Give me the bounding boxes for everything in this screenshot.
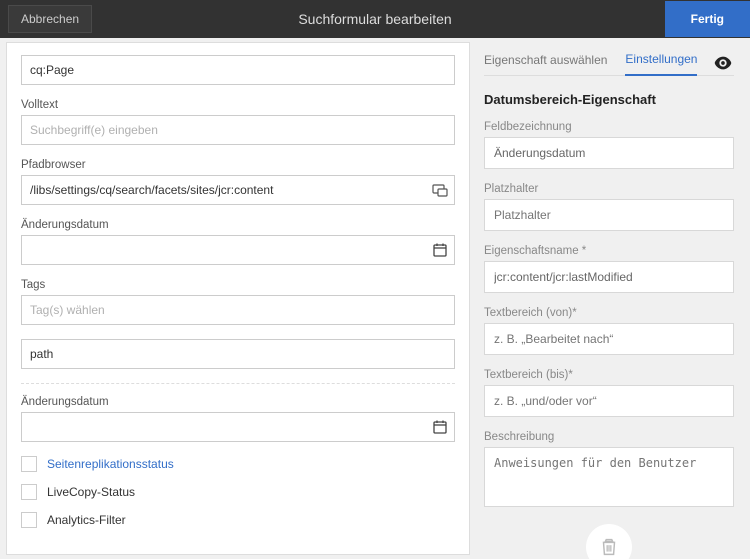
check-label: LiveCopy-Status [47,485,135,499]
field-cqpage [21,55,455,85]
tabs: Eigenschaft auswählen Einstellungen [484,52,734,76]
page-title: Suchformular bearbeiten [298,11,451,27]
checkbox-icon[interactable] [21,512,37,528]
pathbrowser-label: Pfadbrowser [21,159,455,171]
field-placeholder: Platzhalter [484,183,734,231]
check-replication[interactable]: Seitenreplikationsstatus [21,456,455,472]
field-rangefrom: Textbereich (von)* [484,307,734,355]
daterange1-input[interactable] [21,235,455,265]
section-title: Datumsbereich-Eigenschaft [484,92,734,107]
rangefrom-label: Textbereich (von)* [484,307,734,319]
propname-input[interactable] [484,261,734,293]
left-wrap: Volltext Pfadbrowser Änderungsdatum Ta [0,38,470,559]
delete-button[interactable] [586,524,632,559]
check-livecopy[interactable]: LiveCopy-Status [21,484,455,500]
cqpage-input[interactable] [21,55,455,85]
path-input[interactable] [21,339,455,369]
fieldlabel-label: Feldbezeichnung [484,121,734,133]
calendar-icon[interactable] [431,241,449,259]
rangeto-label: Textbereich (bis)* [484,369,734,381]
calendar-icon[interactable] [431,418,449,436]
field-tags: Tags [21,279,455,325]
field-description: Beschreibung [484,431,734,510]
body: Volltext Pfadbrowser Änderungsdatum Ta [0,38,750,559]
field-path [21,339,455,369]
fieldlabel-input[interactable] [484,137,734,169]
divider [21,383,455,384]
tab-select-property[interactable]: Eigenschaft auswählen [484,53,607,75]
daterange1-label: Änderungsdatum [21,219,455,231]
checkbox-icon[interactable] [21,456,37,472]
form-canvas: Volltext Pfadbrowser Änderungsdatum Ta [6,42,470,555]
properties-panel: Eigenschaft auswählen Einstellungen Datu… [470,38,750,559]
topbar: Abbrechen Suchformular bearbeiten Fertig [0,0,750,38]
placeholder-input[interactable] [484,199,734,231]
fulltext-input[interactable] [21,115,455,145]
delete-wrap [484,524,734,559]
rangeto-input[interactable] [484,385,734,417]
placeholder-label: Platzhalter [484,183,734,195]
pathbrowser-input[interactable] [21,175,455,205]
check-label: Analytics-Filter [47,513,126,527]
tab-settings[interactable]: Einstellungen [625,52,697,76]
checkbox-icon[interactable] [21,484,37,500]
field-daterange2: Änderungsdatum [21,396,455,442]
tags-input[interactable] [21,295,455,325]
tags-label: Tags [21,279,455,291]
check-analytics[interactable]: Analytics-Filter [21,512,455,528]
cancel-button[interactable]: Abbrechen [8,5,92,33]
field-rangeto: Textbereich (bis)* [484,369,734,417]
folder-browse-icon[interactable] [431,181,449,199]
description-label: Beschreibung [484,431,734,443]
done-button[interactable]: Fertig [665,1,750,37]
daterange2-input[interactable] [21,412,455,442]
preview-icon[interactable] [712,52,734,77]
trash-icon [598,536,620,558]
daterange2-label: Änderungsdatum [21,396,455,408]
field-fieldlabel: Feldbezeichnung [484,121,734,169]
field-daterange1: Änderungsdatum [21,219,455,265]
field-propname: Eigenschaftsname * [484,245,734,293]
description-input[interactable] [484,447,734,507]
propname-label: Eigenschaftsname * [484,245,734,257]
field-pathbrowser: Pfadbrowser [21,159,455,205]
fulltext-label: Volltext [21,99,455,111]
check-label: Seitenreplikationsstatus [47,457,174,471]
rangefrom-input[interactable] [484,323,734,355]
field-fulltext: Volltext [21,99,455,145]
